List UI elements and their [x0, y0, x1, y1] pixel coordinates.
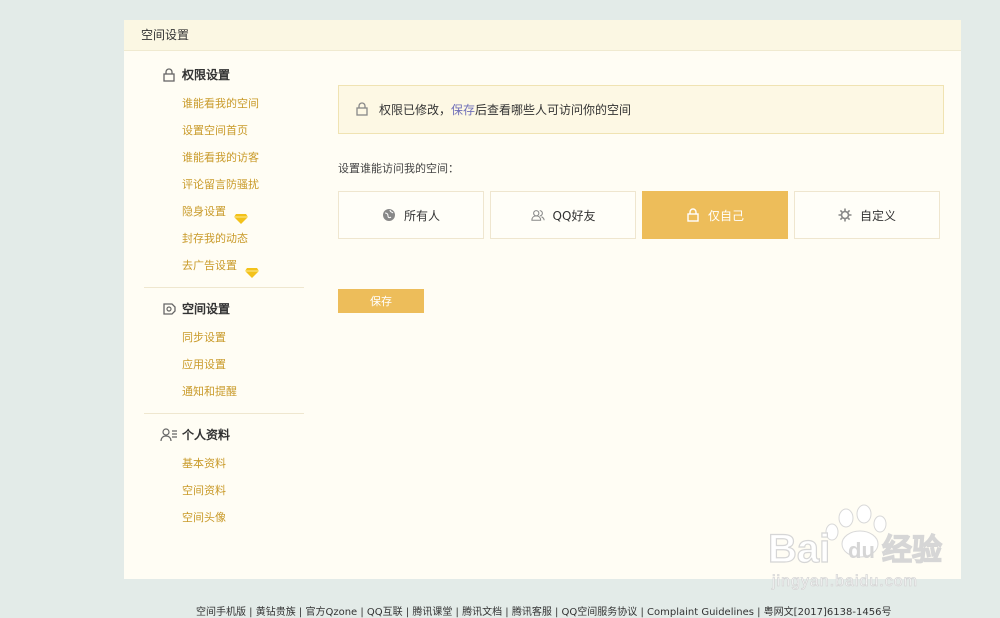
sidebar-item-homepage[interactable]: 设置空间首页 — [144, 117, 304, 144]
visibility-prompt: 设置谁能访问我的空间： — [338, 162, 459, 175]
option-label: 自定义 — [859, 208, 896, 223]
notice-suffix: 后查看哪些人可访问你的空间 — [475, 103, 632, 117]
sidebar-item-avatar[interactable]: 空间头像 — [144, 504, 304, 531]
sidebar-item-apps[interactable]: 应用设置 — [144, 351, 304, 378]
sidebar-item-label: 应用设置 — [182, 358, 226, 371]
watermark-brand2: du — [848, 538, 875, 563]
section-title-permissions: 权限设置 — [144, 60, 304, 90]
sidebar-item-space-info[interactable]: 空间资料 — [144, 477, 304, 504]
sidebar-item-label: 隐身设置 — [182, 205, 226, 218]
notice-prefix: 权限已修改， — [379, 103, 452, 117]
sidebar-item-label: 设置空间首页 — [182, 124, 248, 137]
lock-icon — [686, 208, 700, 222]
panel-title: 空间设置 — [124, 20, 961, 51]
diamond-icon — [234, 207, 248, 224]
sidebar-item-archive[interactable]: 封存我的动态 — [144, 225, 304, 252]
space-icon — [160, 301, 178, 317]
option-only-me[interactable]: 仅自己 — [642, 191, 788, 239]
sidebar-item-label: 同步设置 — [182, 331, 226, 344]
sidebar-section-space: 空间设置 同步设置 应用设置 通知和提醒 — [144, 287, 304, 413]
sidebar-item-label: 空间资料 — [182, 484, 226, 497]
sidebar-item-label: 通知和提醒 — [182, 385, 237, 398]
permission-notice: 权限已修改， 保存 后查看哪些人可访问你的空间 — [338, 85, 944, 134]
sidebar-item-anti-harass[interactable]: 评论留言防骚扰 — [144, 171, 304, 198]
option-label: QQ好友 — [552, 208, 596, 223]
lock-icon — [160, 67, 178, 83]
settings-panel: 空间设置 权限设置 谁能看我的空间 设置空间首页 谁能看我的访客 评论留言防骚扰… — [124, 20, 961, 579]
footer-links[interactable]: 空间手机版 | 黄钻贵族 | 官方Qzone | QQ互联 | 腾讯课堂 | 腾… — [196, 603, 891, 618]
watermark-suffix: 经验 — [882, 533, 942, 568]
sidebar: 权限设置 谁能看我的空间 设置空间首页 谁能看我的访客 评论留言防骚扰 隐身设置… — [144, 60, 304, 539]
sidebar-item-invisible[interactable]: 隐身设置 — [144, 198, 304, 225]
save-button[interactable]: 保存 — [338, 289, 424, 313]
notice-save-link[interactable]: 保存 — [451, 101, 475, 118]
sidebar-item-label: 基本资料 — [182, 457, 226, 470]
watermark-brand: Bai — [768, 527, 830, 571]
section-title-profile: 个人资料 — [144, 420, 304, 450]
sidebar-item-notify[interactable]: 通知和提醒 — [144, 378, 304, 405]
option-custom[interactable]: 自定义 — [794, 191, 940, 239]
sidebar-item-label: 去广告设置 — [182, 259, 237, 272]
sidebar-item-label: 谁能看我的空间 — [182, 97, 259, 110]
diamond-icon — [245, 261, 259, 278]
lock-icon — [355, 101, 371, 118]
profile-icon — [160, 427, 178, 443]
option-label: 所有人 — [403, 208, 440, 223]
watermark-url: jingyan.baidu.com — [771, 573, 918, 590]
sidebar-item-basic-info[interactable]: 基本资料 — [144, 450, 304, 477]
main-content: 权限已修改， 保存 后查看哪些人可访问你的空间 设置谁能访问我的空间： 所有人 … — [338, 85, 944, 313]
section-label: 权限设置 — [182, 68, 231, 82]
sidebar-item-label: 评论留言防骚扰 — [182, 178, 259, 191]
option-label: 仅自己 — [707, 208, 744, 223]
section-label: 个人资料 — [182, 428, 231, 442]
sidebar-section-profile: 个人资料 基本资料 空间资料 空间头像 — [144, 413, 304, 539]
sidebar-item-label: 封存我的动态 — [182, 232, 248, 245]
sidebar-item-ad-free[interactable]: 去广告设置 — [144, 252, 304, 279]
sidebar-item-label: 谁能看我的访客 — [182, 151, 259, 164]
section-title-space: 空间设置 — [144, 294, 304, 324]
visibility-options: 所有人 QQ好友 仅自己 自定义 — [338, 191, 944, 239]
gear-icon — [838, 208, 852, 222]
globe-icon — [382, 208, 396, 222]
sidebar-section-permissions: 权限设置 谁能看我的空间 设置空间首页 谁能看我的访客 评论留言防骚扰 隐身设置… — [144, 60, 304, 287]
friends-icon — [530, 208, 545, 222]
sidebar-item-who-can-view[interactable]: 谁能看我的空间 — [144, 90, 304, 117]
baidu-jingyan-watermark: Bai du 经验 jingyan.baidu.com — [760, 500, 960, 595]
sidebar-item-label: 空间头像 — [182, 511, 226, 524]
sidebar-item-visitor-view[interactable]: 谁能看我的访客 — [144, 144, 304, 171]
option-everyone[interactable]: 所有人 — [338, 191, 484, 239]
sidebar-item-sync[interactable]: 同步设置 — [144, 324, 304, 351]
section-label: 空间设置 — [182, 302, 231, 316]
option-qq-friends[interactable]: QQ好友 — [490, 191, 636, 239]
